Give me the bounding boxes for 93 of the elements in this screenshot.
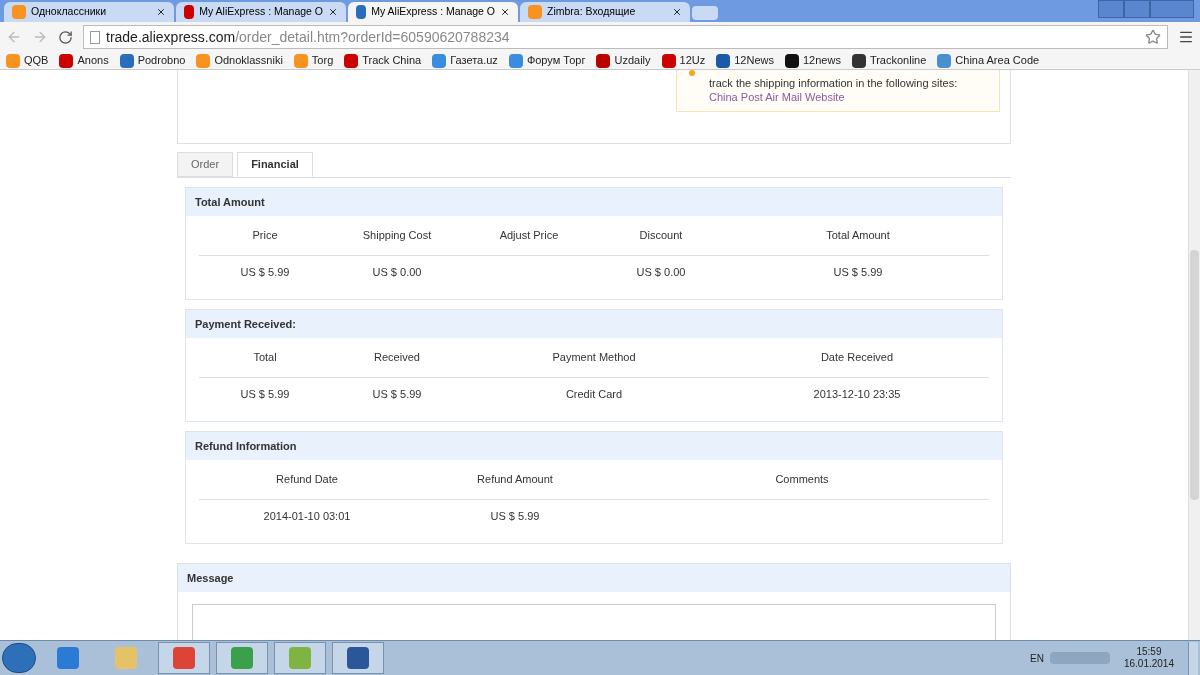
page-icon <box>90 30 100 44</box>
column-header: Refund Amount <box>476 472 554 488</box>
bookmark[interactable]: Anons <box>59 52 109 69</box>
bookmark[interactable]: Track China <box>344 52 422 69</box>
notice-link[interactable]: China Post Air Mail Website <box>709 90 999 104</box>
table-cell-text: US $ 0.00 <box>635 265 687 281</box>
table-cell-text: 2014-01-10 03:01 <box>262 509 352 525</box>
start-button[interactable] <box>2 643 36 673</box>
table-cell-text: US $ 0.00 <box>371 265 423 281</box>
taskbar-app-icon[interactable] <box>274 642 326 674</box>
column-header: Shipping Cost <box>361 228 433 244</box>
close-window-button[interactable] <box>1150 0 1194 18</box>
table-cell-text: US $ 5.99 <box>239 387 291 403</box>
message-header: Message <box>178 564 1010 592</box>
bookmark-icon <box>596 53 611 68</box>
restore-button[interactable] <box>1124 0 1150 18</box>
bookmark-icon <box>508 53 523 68</box>
bookmark-icon <box>196 53 211 68</box>
bookmark-icon <box>784 53 799 68</box>
table-cell-text: US $ 5.99 <box>239 265 291 281</box>
bookmark[interactable]: Podrobno <box>119 52 186 69</box>
bookmark[interactable]: Trackonline <box>851 52 927 69</box>
column-header: Discount <box>638 228 684 244</box>
bulb-icon <box>689 70 695 76</box>
column-header: Received <box>373 350 421 366</box>
favicon-icon <box>528 5 542 19</box>
show-desktop-button[interactable] <box>1188 641 1198 675</box>
favicon-icon <box>184 5 195 19</box>
column-header: Payment Method <box>551 350 637 366</box>
section-header: Payment Received: <box>186 310 1002 338</box>
bookmark[interactable]: Odnoklassniki <box>196 52 283 69</box>
back-icon[interactable] <box>6 29 22 45</box>
bookmark[interactable]: Газета.uz <box>432 52 498 69</box>
browser-tab[interactable]: My AliExpress : Manage O <box>176 2 346 22</box>
bookmark[interactable]: Uzdaily <box>596 52 651 69</box>
scroll-thumb[interactable] <box>1190 250 1199 500</box>
bookmark-icon <box>6 53 20 68</box>
bookmark-icon <box>344 53 359 68</box>
new-tab-button[interactable] <box>692 6 718 20</box>
bookmark-icon <box>119 53 134 68</box>
tab[interactable]: Financial <box>237 152 313 177</box>
close-icon[interactable] <box>500 7 510 17</box>
menu-icon[interactable] <box>1178 29 1194 45</box>
table-cell-text: US $ 5.99 <box>489 509 541 525</box>
table-cell-text: US $ 5.99 <box>832 265 884 281</box>
browser-tab[interactable]: Zimbra: Входящие <box>520 2 690 22</box>
forward-icon[interactable] <box>32 29 48 45</box>
close-icon[interactable] <box>328 7 338 17</box>
column-header: Adjust Price <box>498 228 560 244</box>
bookmark-icon <box>661 53 676 68</box>
browser-tab[interactable]: Одноклассники <box>4 2 174 22</box>
scrollbar[interactable] <box>1188 70 1200 640</box>
section-header: Total Amount <box>186 188 1002 216</box>
taskbar-app-icon[interactable] <box>332 642 384 674</box>
table-cell-text: 2013-12-10 23:35 <box>812 387 902 403</box>
bookmark[interactable]: 12Uz <box>661 52 706 69</box>
bookmark-icon <box>851 53 866 68</box>
reload-icon[interactable] <box>58 29 73 45</box>
taskbar-app-icon[interactable] <box>216 642 268 674</box>
column-header: Date Received <box>819 350 895 366</box>
tab[interactable]: Order <box>177 152 234 177</box>
notice-text: track the shipping information in the following sites: <box>709 76 959 90</box>
bookmark[interactable]: China Area Code <box>937 52 1040 69</box>
bookmark-icon <box>293 53 308 68</box>
bookmark[interactable]: QQB <box>6 52 49 69</box>
url-text: trade.aliexpress.com/order_detail.htm?orderId=60590620788234 <box>106 27 511 47</box>
table-cell-text: Credit Card <box>564 387 624 403</box>
column-header: Comments <box>774 472 830 488</box>
address-field[interactable]: trade.aliexpress.com/order_detail.htm?orderId=60590620788234 <box>83 25 1168 49</box>
bookmark[interactable]: 12News <box>716 52 774 69</box>
taskbar-app-icon[interactable] <box>158 642 210 674</box>
favicon-icon <box>356 5 367 19</box>
language-indicator[interactable]: EN <box>1030 650 1044 666</box>
bookmark[interactable]: Форум Торг <box>508 52 586 69</box>
close-icon[interactable] <box>156 7 166 17</box>
bookmark-icon <box>432 53 447 68</box>
bookmark-icon <box>937 53 952 68</box>
favicon-icon <box>12 5 26 19</box>
bookmark-icon <box>716 53 731 68</box>
bookmark[interactable]: 12news <box>784 52 841 69</box>
column-header: Refund Date <box>275 472 339 488</box>
close-icon[interactable] <box>672 7 682 17</box>
clock[interactable]: 15:59 16.01.2014 <box>1115 646 1182 670</box>
table-cell-text: US $ 5.99 <box>371 387 423 403</box>
column-header: Total <box>252 350 278 366</box>
bookmark[interactable]: Torg <box>293 52 334 69</box>
minimize-button[interactable] <box>1098 0 1124 18</box>
column-header: Total Amount <box>825 228 891 244</box>
star-icon[interactable] <box>1145 29 1161 45</box>
bookmark-icon <box>59 53 74 68</box>
column-header: Price <box>251 228 279 244</box>
section-header: Refund Information <box>186 432 1002 460</box>
browser-tab[interactable]: My AliExpress : Manage O <box>348 2 518 22</box>
